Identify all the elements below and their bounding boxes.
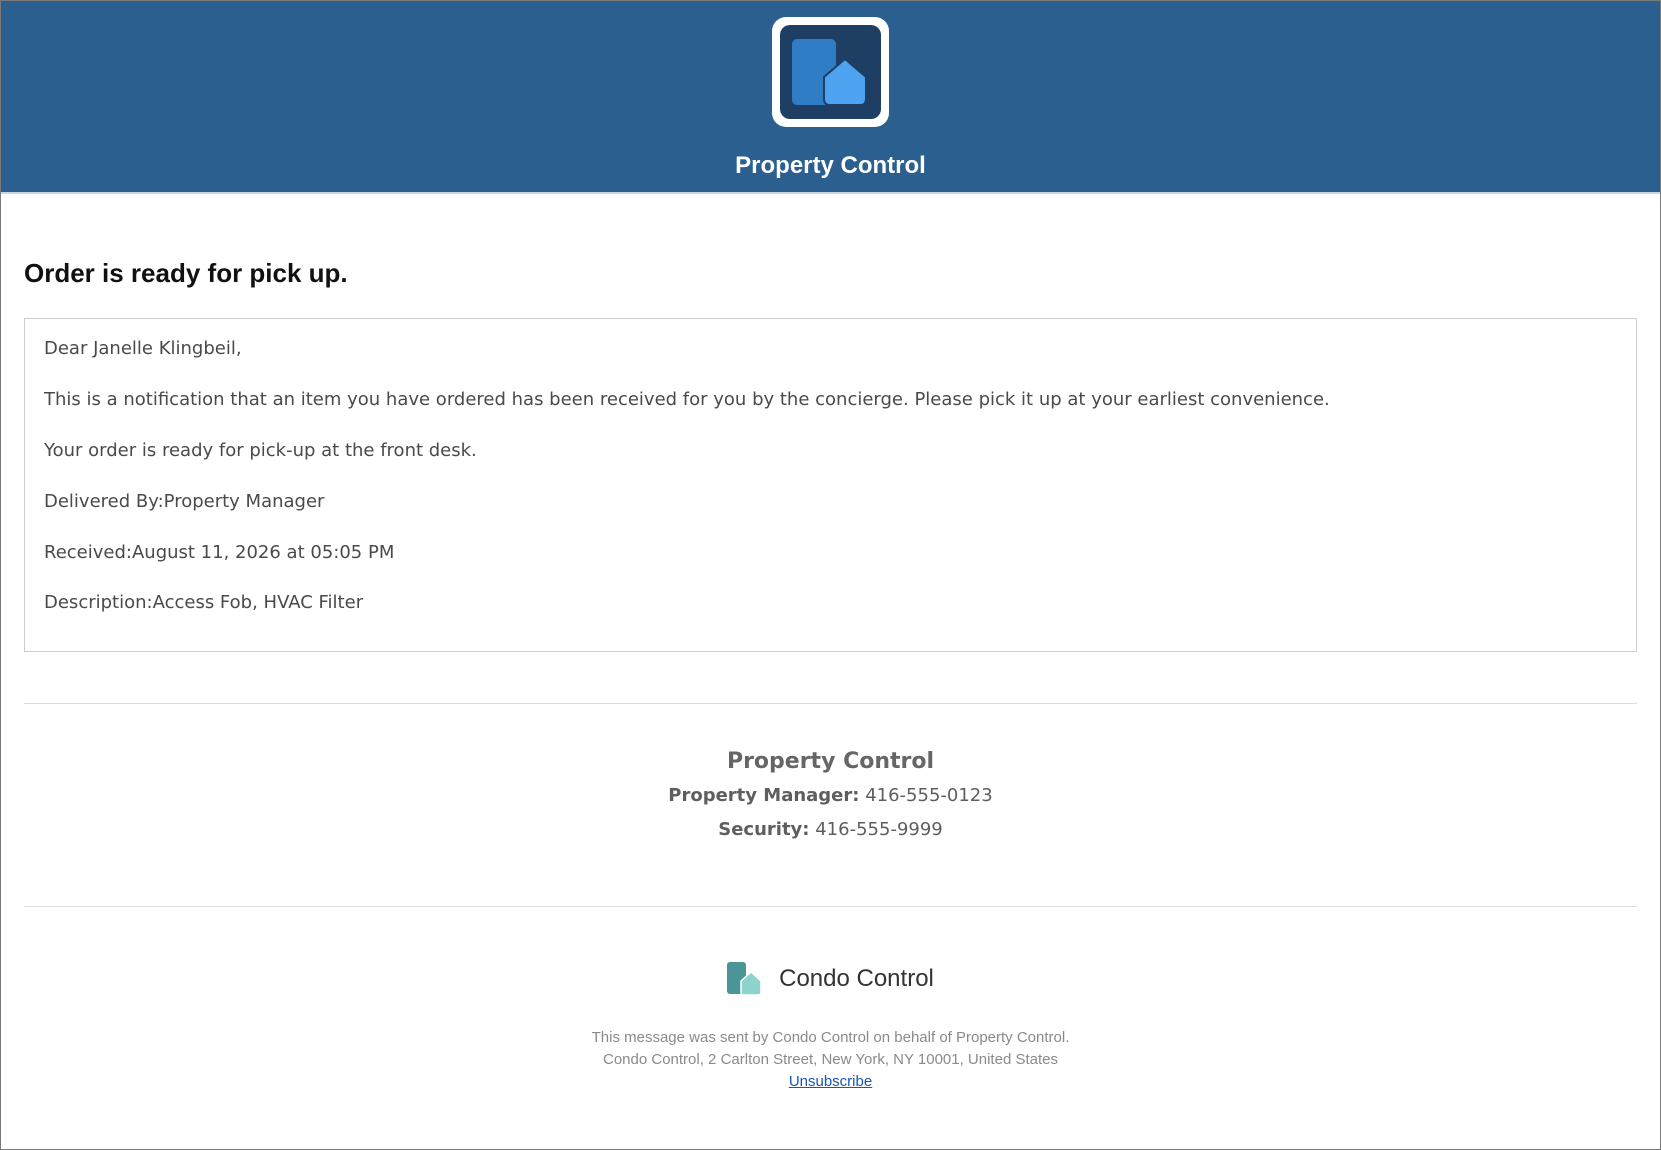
greeting: Dear Janelle Klingbeil, — [44, 338, 242, 359]
contact-phone: 416-555-0123 — [865, 785, 993, 806]
brand-name: Condo Control — [779, 965, 934, 992]
email-window: Property Control Order is ready for pick… — [0, 0, 1661, 1150]
contact-label: Security: — [718, 819, 810, 840]
received-row: Received:August 11, 2026 at 05:05 PM — [44, 542, 394, 563]
address-text: Condo Control, 2 Carlton Street, New Yor… — [603, 1051, 1058, 1068]
page-title: Order is ready for pick up. — [24, 258, 348, 288]
message-box: Dear Janelle Klingbeil, This is a notifi… — [24, 318, 1637, 652]
delivered-by-label: Delivered By: — [44, 491, 164, 512]
email-footer: Condo Control This message was sent by C… — [24, 962, 1637, 1093]
condo-control-logo-icon — [727, 962, 762, 996]
contact-row-manager: Property Manager: 416-555-0123 — [24, 785, 1637, 806]
property-logo — [772, 17, 889, 127]
signature-block: Property Control Property Manager: 416-5… — [24, 749, 1637, 840]
received-value: August 11, 2026 at 05:05 PM — [131, 542, 395, 563]
sent-by-text: This message was sent by Condo Control o… — [591, 1029, 1070, 1046]
condo-control-brand: Condo Control — [727, 962, 934, 996]
contact-label: Property Manager: — [668, 785, 860, 806]
header-title: Property Control — [735, 152, 926, 179]
unsubscribe-link[interactable]: Unsubscribe — [789, 1073, 872, 1090]
delivered-by-value: Property Manager — [163, 491, 325, 512]
intro-text: This is a notification that an item you … — [44, 389, 1330, 410]
contact-row-security: Security: 416-555-9999 — [24, 819, 1637, 840]
received-label: Received: — [44, 542, 132, 563]
signature-name: Property Control — [726, 749, 935, 774]
description-label: Description: — [44, 592, 153, 613]
pickup-note: Your order is ready for pick-up at the f… — [44, 440, 477, 461]
description-value: Access Fob, HVAC Filter — [152, 592, 364, 613]
divider — [24, 906, 1637, 907]
email-header: Property Control — [1, 1, 1660, 194]
delivered-by-row: Delivered By:Property Manager — [44, 491, 324, 512]
divider — [24, 703, 1637, 704]
description-row: Description:Access Fob, HVAC Filter — [44, 592, 363, 613]
contact-phone: 416-555-9999 — [815, 819, 943, 840]
building-house-logo-icon — [780, 25, 881, 119]
